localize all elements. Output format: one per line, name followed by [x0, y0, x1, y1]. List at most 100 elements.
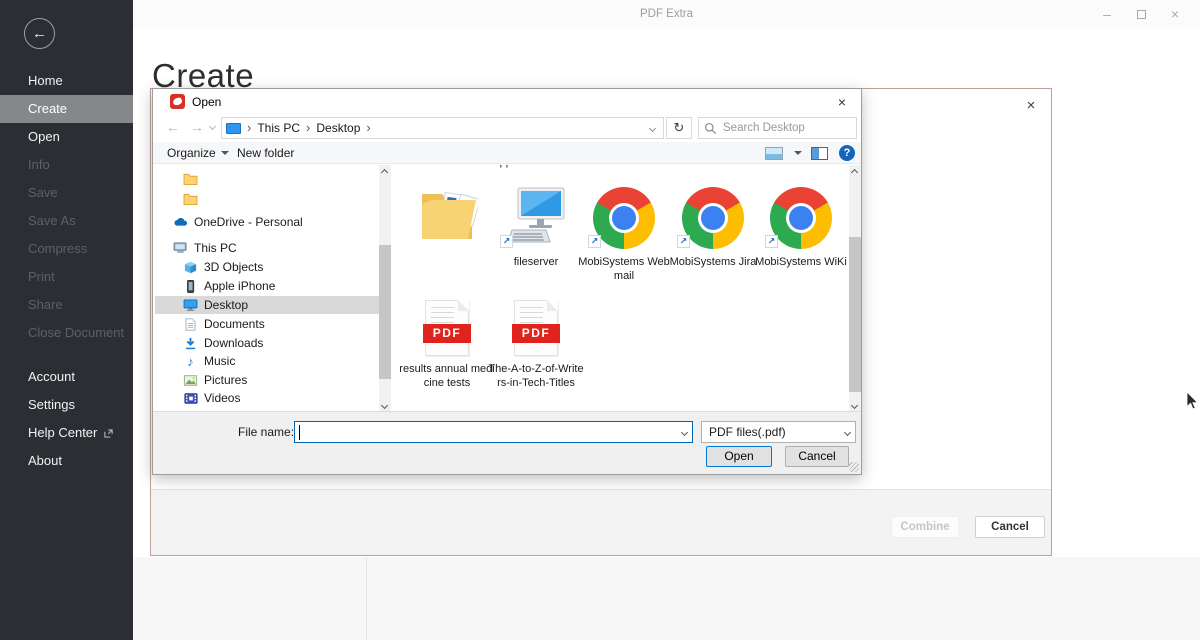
sidebar-item-close-document: Close Document [0, 319, 133, 347]
tree-item-music[interactable]: ♪ Music [155, 352, 379, 370]
tree-item-downloads[interactable]: Downloads [155, 334, 379, 352]
change-view-button[interactable] [765, 147, 783, 160]
onedrive-cloud-icon [173, 215, 188, 229]
open-dialog-close-button[interactable]: × [833, 93, 851, 111]
open-file-dialog: Open × ← → ↑ › This PC › Desktop › ↻ [152, 88, 862, 475]
preview-pane-button[interactable] [811, 147, 828, 160]
close-icon: × [838, 94, 846, 110]
sidebar-item-help-center[interactable]: Help Center [0, 419, 133, 447]
folder-icon [183, 192, 198, 206]
sidebar-item-open[interactable]: Open [0, 123, 133, 151]
mouse-cursor [1186, 392, 1198, 415]
folder-with-documents-icon [416, 186, 478, 249]
breadcrumb-separator: › [306, 118, 310, 138]
nav-history-dropdown-icon[interactable] [209, 123, 216, 130]
breadcrumb-this-pc[interactable]: This PC [257, 121, 300, 135]
file-name-dropdown-icon[interactable] [681, 429, 688, 436]
scrollbar-thumb[interactable] [379, 245, 391, 379]
minimize-button[interactable]: – [1090, 0, 1124, 28]
scroll-down-icon[interactable] [381, 402, 388, 409]
resize-grip[interactable] [849, 462, 859, 472]
file-tile-mobisystems-jira[interactable]: ↗ MobiSystems Jira [665, 185, 761, 269]
file-tile-mobisystems-wiki[interactable]: ↗ MobiSystems WiKi [753, 185, 849, 269]
tree-scrollbar[interactable] [379, 165, 391, 413]
search-icon [704, 122, 717, 135]
file-tile-mobisystems-webmail[interactable]: ↗ MobiSystems Webmail [576, 185, 672, 283]
download-arrow-icon [183, 336, 198, 350]
tree-item-this-pc[interactable]: This PC [155, 239, 379, 257]
shortcut-arrow-icon: ↗ [500, 235, 513, 248]
minimize-icon: – [1103, 6, 1111, 22]
pdf-file-icon: PDF [514, 300, 558, 356]
shortcut-arrow-icon: ↗ [677, 235, 690, 248]
sidebar-item-account[interactable]: Account [0, 363, 133, 391]
address-dropdown-icon[interactable] [649, 124, 656, 131]
nav-back-button[interactable]: ← [166, 119, 180, 135]
tree-item-folder[interactable] [155, 170, 379, 188]
tree-item-3d-objects[interactable]: 3D Objects [155, 258, 379, 276]
back-button[interactable]: ← [24, 18, 55, 49]
combine-cancel-button[interactable]: Cancel [975, 516, 1045, 538]
3d-objects-icon [183, 260, 198, 274]
scroll-up-icon[interactable] [851, 169, 858, 176]
sidebar-item-create[interactable]: Create [0, 95, 133, 123]
file-tile-fileserver[interactable]: ↗ fileserver [488, 185, 584, 269]
folder-tree: OneDrive - Personal This PC 3D Objects A… [155, 165, 379, 413]
search-input[interactable] [723, 122, 843, 134]
file-tile-results-annual-medicine-tests[interactable]: PDF results annual medicine tests [399, 292, 495, 390]
sidebar-item-about[interactable]: About [0, 447, 133, 475]
scroll-up-icon[interactable] [381, 169, 388, 176]
breadcrumb[interactable]: › This PC › Desktop › [221, 117, 664, 139]
organize-menu[interactable]: Organize [167, 146, 229, 160]
breadcrumb-desktop[interactable]: Desktop [316, 121, 360, 135]
clipped-file-label: apps and featur... [488, 165, 584, 170]
pdf-extra-logo-icon [170, 94, 185, 109]
sidebar-item-share: Share [0, 291, 133, 319]
view-dropdown-icon[interactable] [794, 151, 802, 155]
maximize-button[interactable] [1124, 0, 1158, 28]
file-list-scrollbar[interactable] [849, 165, 861, 413]
tree-item-apple-iphone[interactable]: Apple iPhone [155, 277, 379, 295]
open-dialog-footer: File name: PDF files(.pdf) Open Cancel [153, 411, 861, 474]
tree-item-pictures[interactable]: Pictures [155, 371, 379, 389]
sidebar: ← Home Create Open Info Save Save As Com… [0, 0, 133, 640]
external-link-icon [104, 420, 113, 448]
new-folder-button[interactable]: New folder [237, 146, 294, 160]
refresh-icon: ↻ [674, 120, 685, 136]
sidebar-item-settings[interactable]: Settings [0, 391, 133, 419]
sidebar-item-print: Print [0, 263, 133, 291]
file-type-select[interactable]: PDF files(.pdf) [701, 421, 856, 443]
help-icon: ? [844, 147, 851, 159]
combine-dialog-footer: Combine Cancel [151, 489, 1051, 555]
tree-item-onedrive[interactable]: OneDrive - Personal [155, 213, 379, 231]
nav-forward-button[interactable]: → [190, 119, 204, 135]
refresh-button[interactable]: ↻ [666, 117, 692, 139]
file-tile-folder[interactable] [399, 185, 495, 249]
scrollbar-thumb[interactable] [849, 237, 861, 392]
tree-item-folder[interactable] [155, 190, 379, 208]
tree-item-desktop[interactable]: Desktop [155, 296, 379, 314]
breadcrumb-separator: › [366, 118, 370, 138]
tile-divider [366, 557, 367, 640]
search-box[interactable] [698, 117, 857, 139]
close-button[interactable]: × [1158, 0, 1192, 28]
open-button[interactable]: Open [706, 446, 772, 467]
navigation-bar: ← → ↑ › This PC › Desktop › ↻ [153, 115, 861, 142]
open-dialog-titlebar: Open × [153, 89, 861, 115]
combine-dialog-close-button[interactable]: × [1021, 95, 1041, 115]
tree-item-documents[interactable]: Documents [155, 315, 379, 333]
help-button[interactable]: ? [839, 145, 855, 161]
scroll-down-icon[interactable] [851, 402, 858, 409]
sidebar-item-home[interactable]: Home [0, 67, 133, 95]
sidebar-item-save-as: Save As [0, 207, 133, 235]
music-note-icon: ♪ [183, 354, 198, 368]
file-name-combobox[interactable] [294, 421, 693, 443]
file-list: apps and featur... ↗ fileserver ↗ [393, 165, 849, 413]
chrome-icon [770, 187, 832, 249]
sidebar-item-save: Save [0, 179, 133, 207]
organize-dropdown-icon [221, 151, 229, 155]
tree-item-videos[interactable]: Videos [155, 389, 379, 407]
file-name-input[interactable] [299, 423, 676, 441]
open-cancel-button[interactable]: Cancel [785, 446, 849, 467]
file-tile-the-a-to-z-of-writers[interactable]: PDF The-A-to-Z-of-Writers-in-Tech-Titles [488, 292, 584, 390]
